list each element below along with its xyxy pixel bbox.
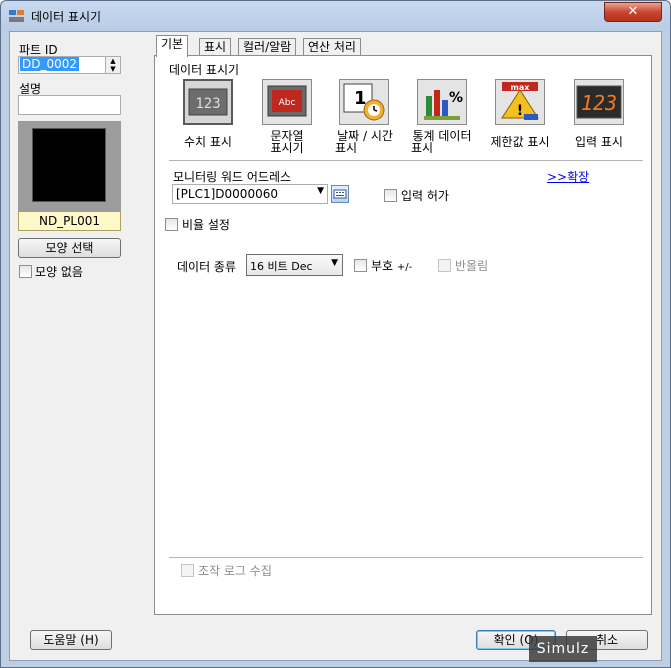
data-type-select[interactable]: 16 비트 Dec ▼ bbox=[246, 254, 343, 276]
tab-color-alarm[interactable]: 컬러/알람 bbox=[238, 38, 297, 56]
type-label-input: 입력 표시 bbox=[575, 135, 623, 149]
shape-select-button[interactable]: 모양 선택 bbox=[18, 238, 121, 258]
svg-text:!: ! bbox=[517, 103, 523, 119]
dialog-client: 파트 ID DD_0002 ▲ ▼ 설명 ND_PL001 모양 선택 모양 없… bbox=[9, 31, 662, 661]
tab-panel-basic: 데이터 표시기 123 수치 표시 Abc 문자열 표시기 1 날짜 / 시간 … bbox=[154, 55, 652, 615]
op-log-checkbox[interactable] bbox=[181, 564, 194, 577]
title-bar[interactable]: 데이터 표시기 ✕ bbox=[1, 1, 670, 31]
svg-text:123: 123 bbox=[581, 91, 617, 115]
monitor-address-label: 모니터링 워드 어드레스 bbox=[173, 170, 292, 184]
spin-up-icon[interactable]: ▲ bbox=[106, 57, 120, 65]
type-label-numeric: 수치 표시 bbox=[184, 135, 232, 149]
shape-preview-frame bbox=[18, 121, 121, 211]
spin-down-icon[interactable]: ▼ bbox=[106, 65, 120, 73]
dialog-window: 데이터 표시기 ✕ 파트 ID DD_0002 ▲ ▼ 설명 ND_PL001 … bbox=[0, 0, 671, 668]
input-allow-checkbox[interactable] bbox=[384, 189, 397, 202]
numeric-display-icon[interactable]: 123 bbox=[183, 79, 233, 125]
address-combo[interactable]: [PLC1]D0000060 ▼ bbox=[172, 184, 328, 204]
tab-basic[interactable]: 기본 bbox=[156, 35, 189, 57]
data-type-label: 데이터 종류 bbox=[177, 260, 237, 274]
window-title: 데이터 표시기 bbox=[31, 10, 102, 24]
statistics-display-icon[interactable]: % bbox=[417, 79, 467, 125]
section-divider bbox=[169, 160, 643, 161]
no-shape-label: 모양 없음 bbox=[35, 265, 83, 279]
type-label-statistics: 통계 데이터 표시 bbox=[411, 129, 472, 155]
section-title: 데이터 표시기 bbox=[169, 63, 240, 77]
address-keypad-button[interactable] bbox=[331, 185, 349, 203]
sign-checkbox[interactable] bbox=[354, 259, 367, 272]
ratio-label: 비율 설정 bbox=[182, 218, 230, 232]
input-allow-label: 입력 허가 bbox=[401, 189, 449, 203]
keypad-icon bbox=[333, 189, 347, 199]
bottom-divider bbox=[169, 557, 643, 558]
dropdown-arrow-icon[interactable]: ▼ bbox=[317, 186, 324, 196]
part-id-spinner[interactable]: ▲ ▼ bbox=[105, 56, 121, 74]
op-log-label: 조작 로그 수집 bbox=[198, 564, 272, 578]
no-shape-checkbox[interactable] bbox=[19, 265, 32, 278]
data-type-value: 16 비트 Dec bbox=[250, 260, 313, 273]
input-display-icon[interactable]: 123 bbox=[574, 79, 624, 125]
svg-text:123: 123 bbox=[195, 96, 220, 112]
address-value: [PLC1]D0000060 bbox=[176, 187, 278, 201]
ratio-checkbox[interactable] bbox=[165, 218, 178, 231]
sign-label: 부호 +/- bbox=[371, 259, 413, 273]
type-label-string: 문자열 표시기 bbox=[270, 129, 304, 155]
type-label-limit: 제한값 표시 bbox=[490, 135, 550, 149]
svg-text:%: % bbox=[449, 90, 463, 106]
shape-preview bbox=[32, 128, 106, 202]
rounding-checkbox[interactable] bbox=[438, 259, 451, 272]
description-field[interactable] bbox=[18, 95, 121, 115]
type-label-datetime: 날짜 / 시간 표시 bbox=[335, 129, 393, 155]
chevron-down-icon[interactable]: ▼ bbox=[331, 258, 338, 268]
part-id-field[interactable]: DD_0002 bbox=[18, 56, 106, 74]
expand-link[interactable]: >>확장 bbox=[547, 168, 589, 185]
string-display-icon[interactable]: Abc bbox=[262, 79, 312, 125]
limit-display-icon[interactable]: max ! bbox=[495, 79, 545, 125]
watermark: Simulz bbox=[529, 636, 597, 662]
tab-display[interactable]: 표시 bbox=[199, 38, 232, 56]
close-icon: ✕ bbox=[627, 4, 639, 19]
datetime-display-icon[interactable]: 1 bbox=[339, 79, 389, 125]
help-button[interactable]: 도움말 (H) bbox=[30, 630, 112, 650]
tab-operation[interactable]: 연산 처리 bbox=[303, 38, 361, 56]
rounding-label: 반올림 bbox=[455, 259, 489, 273]
shape-name: ND_PL001 bbox=[18, 211, 121, 231]
app-icon bbox=[9, 9, 25, 23]
close-button[interactable]: ✕ bbox=[604, 2, 662, 22]
svg-text:Abc: Abc bbox=[279, 98, 296, 108]
part-id-value: DD_0002 bbox=[20, 57, 80, 71]
